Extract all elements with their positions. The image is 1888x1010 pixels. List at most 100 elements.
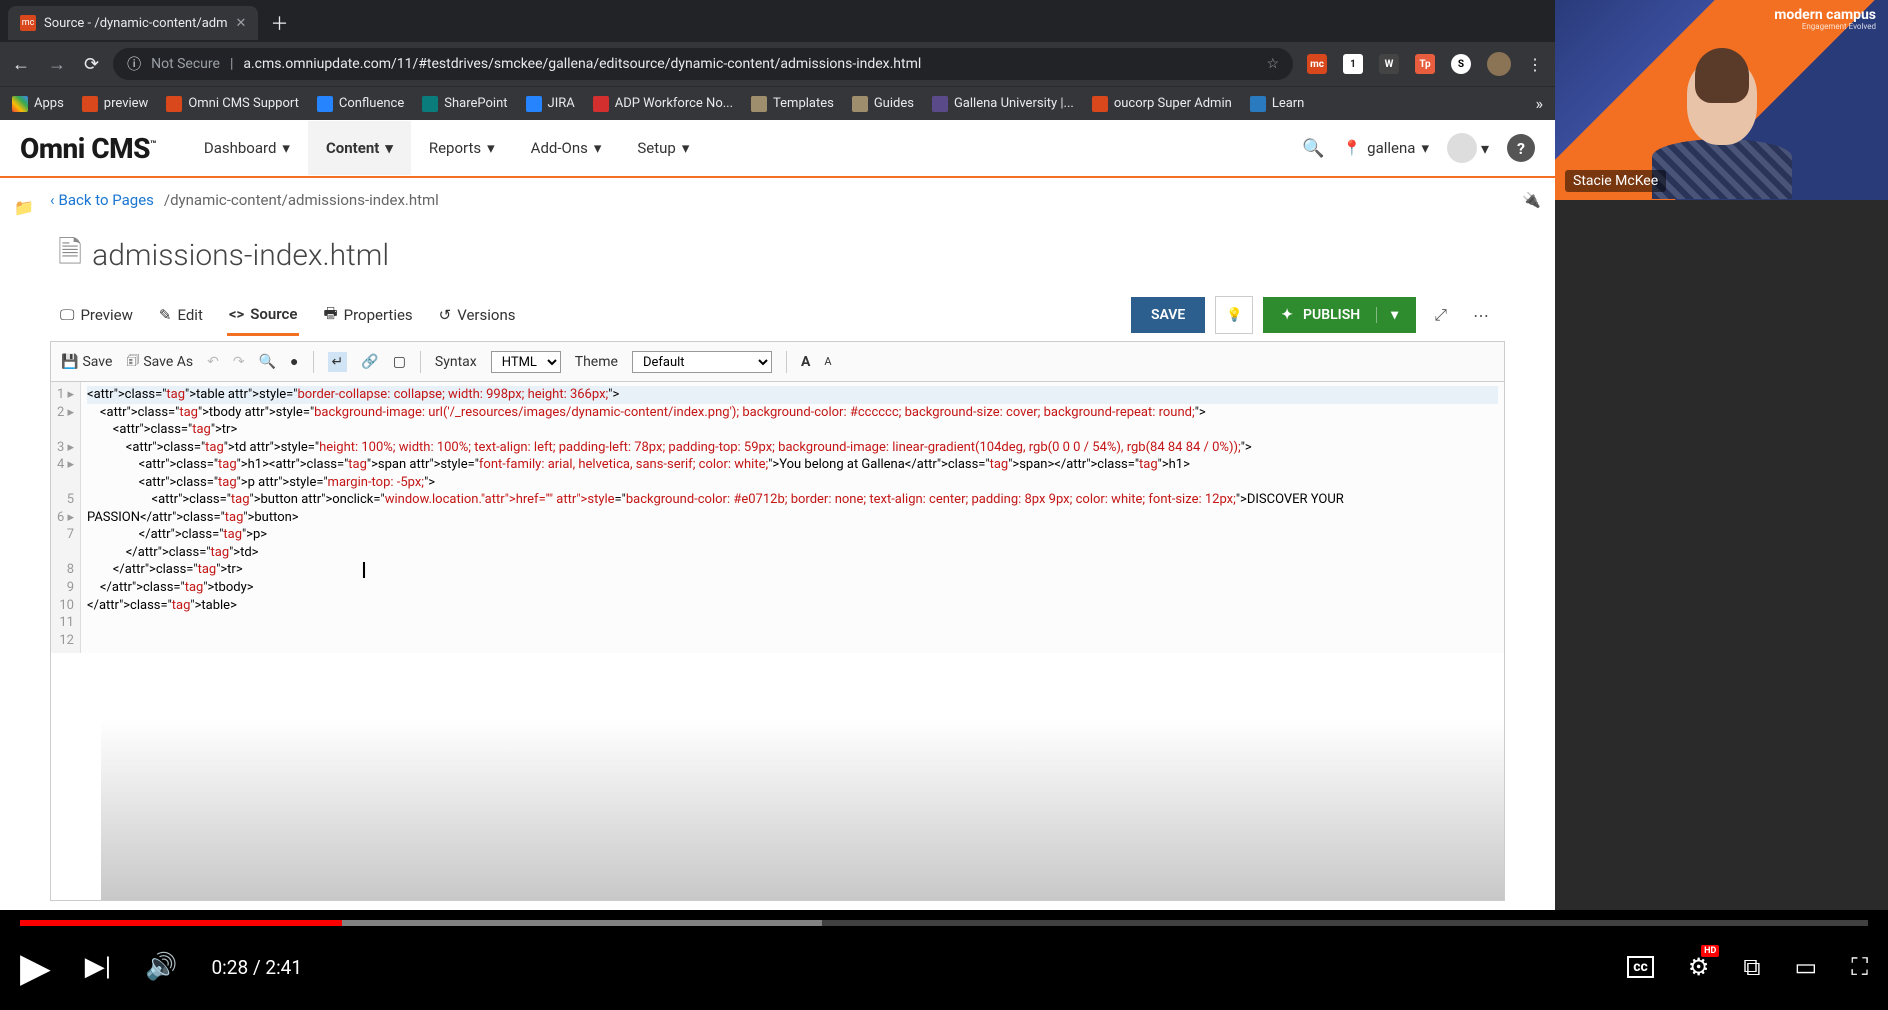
theater-button[interactable]: ▭ <box>1795 953 1818 981</box>
ext-icon-1[interactable]: mc <box>1307 54 1327 74</box>
presenter-image <box>1652 60 1792 200</box>
tab-properties[interactable]: 🖶Properties <box>321 293 414 338</box>
font-large-icon[interactable]: A <box>801 354 810 370</box>
search-icon[interactable]: 🔍 <box>259 354 276 370</box>
address-field[interactable]: ⓘ Not Secure | a.cms.omniupdate.com/11/#… <box>113 48 1293 80</box>
more-icon[interactable]: ⋯ <box>1465 298 1497 333</box>
bookmark-guides[interactable]: Guides <box>852 96 914 112</box>
ext-icon-2[interactable]: 1 <box>1343 54 1363 74</box>
url-text: a.cms.omniupdate.com/11/#testdrives/smck… <box>243 56 921 72</box>
fullscreen-button[interactable]: ⛶ <box>1851 953 1868 981</box>
theme-label: Theme <box>575 354 618 370</box>
box-icon[interactable]: ▢ <box>393 354 406 370</box>
nav-setup[interactable]: Setup▾ <box>619 121 707 175</box>
nav-addons[interactable]: Add-Ons▾ <box>513 121 620 175</box>
settings-button[interactable]: ⚙HD <box>1688 953 1710 981</box>
bookmark-preview[interactable]: preview <box>82 96 149 112</box>
save-button[interactable]: SAVE <box>1131 297 1205 333</box>
app-header: Omni CMS™ Dashboard▾ Content▾ Reports▾ A… <box>0 120 1555 178</box>
bookmark-gallena[interactable]: Gallena University |... <box>932 96 1074 112</box>
nav-reports[interactable]: Reports▾ <box>411 121 513 175</box>
briefcase-icon: 🖶 <box>323 303 337 328</box>
plug-icon[interactable]: 🔌 <box>1522 191 1541 209</box>
info-icon[interactable]: ⓘ <box>127 54 141 74</box>
code-body[interactable]: <attr">class="tag">table attr">style="bo… <box>81 382 1504 653</box>
site-selector[interactable]: 📍 gallena ▾ <box>1342 139 1429 157</box>
chevron-down-icon: ▾ <box>282 139 290 157</box>
close-tab-icon[interactable]: ✕ <box>236 16 247 31</box>
nav-dashboard[interactable]: Dashboard▾ <box>186 121 308 175</box>
chevron-down-icon: ▾ <box>385 139 393 157</box>
floppy-icon: 🗊 <box>126 350 139 374</box>
bookmarks-bar: Apps preview Omni CMS Support Confluence… <box>0 86 1555 120</box>
code-area[interactable]: 1 ▸2 ▸3 ▸4 ▸56 ▸789101112 <attr">class="… <box>51 382 1504 653</box>
toolbar-save-as[interactable]: 🗊Save As <box>126 350 193 374</box>
link-icon[interactable]: 🔗 <box>361 354 378 370</box>
time-display: 0:28 / 2:41 <box>211 956 302 979</box>
reload-button[interactable]: ⟳ <box>84 54 99 75</box>
tab-source[interactable]: <>Source <box>227 295 300 336</box>
browser-tab[interactable]: mc Source - /dynamic-content/adm ✕ <box>8 6 258 40</box>
bookmark-apps[interactable]: Apps <box>12 96 64 112</box>
bookmark-sharepoint[interactable]: SharePoint <box>422 96 507 112</box>
font-small-icon[interactable]: A <box>824 355 831 368</box>
bookmark-omnicms[interactable]: Omni CMS Support <box>166 96 299 112</box>
back-button[interactable]: ← <box>12 54 30 75</box>
syntax-select[interactable]: HTML <box>491 351 561 373</box>
theme-select[interactable]: Default <box>632 351 772 373</box>
user-menu[interactable]: ▾ <box>1447 133 1489 163</box>
play-button[interactable]: ▶ <box>20 944 51 991</box>
chevron-down-icon: ▾ <box>487 139 495 157</box>
chevron-down-icon[interactable]: ▾ <box>1376 307 1398 323</box>
ext-icon-5[interactable]: S <box>1451 54 1471 74</box>
ext-icon-3[interactable]: W <box>1379 54 1399 74</box>
tab-versions[interactable]: ↺Versions <box>437 296 518 334</box>
lightbulb-button[interactable]: 💡 <box>1215 296 1253 334</box>
ext-icon-4[interactable]: Tp <box>1415 54 1435 74</box>
expand-icon[interactable]: ⤢ <box>1426 297 1455 333</box>
folder-icon[interactable]: 📁 <box>14 198 34 217</box>
nav-content[interactable]: Content▾ <box>308 121 411 175</box>
new-tab-button[interactable]: ＋ <box>270 10 288 36</box>
progress-bar[interactable] <box>20 920 1868 926</box>
breadcrumb-path: /dynamic-content/admissions-index.html <box>164 191 439 209</box>
presenter-name: Stacie McKee <box>1565 170 1666 192</box>
profile-avatar[interactable] <box>1487 52 1511 76</box>
miniplayer-button[interactable]: ⧉ <box>1743 953 1760 981</box>
url-bar: ← → ⟳ ⓘ Not Secure | a.cms.omniupdate.co… <box>0 42 1555 86</box>
toolbar-save[interactable]: 💾Save <box>61 354 112 370</box>
code-icon: <> <box>229 305 244 323</box>
volume-button[interactable]: 🔊 <box>145 952 177 982</box>
wrap-icon[interactable]: ↵ <box>328 352 348 372</box>
chevron-down-icon: ▾ <box>594 139 602 157</box>
bookmark-confluence[interactable]: Confluence <box>317 96 404 112</box>
history-icon: ↺ <box>439 306 452 324</box>
search-icon[interactable]: 🔍 <box>1302 138 1324 159</box>
user-avatar-icon <box>1447 133 1477 163</box>
editor-toolbar: 💾Save 🗊Save As ↶ ↷ 🔍 ● ↵ 🔗 ▢ Syntax HTML… <box>51 342 1504 382</box>
bookmarks-overflow[interactable]: » <box>1536 94 1544 113</box>
chevron-down-icon: ▾ <box>1481 139 1489 158</box>
circle-icon[interactable]: ● <box>290 353 298 370</box>
publish-button[interactable]: ✦ PUBLISH ▾ <box>1263 297 1416 333</box>
tab-preview[interactable]: 🖵Preview <box>58 296 135 334</box>
undo-icon[interactable]: ↶ <box>207 354 219 370</box>
tab-edit[interactable]: ✎Edit <box>157 296 205 334</box>
help-icon[interactable]: ? <box>1507 134 1535 162</box>
captions-button[interactable]: cc <box>1627 956 1654 978</box>
bookmark-learn[interactable]: Learn <box>1250 96 1305 112</box>
syntax-label: Syntax <box>435 354 477 370</box>
tab-title: Source - /dynamic-content/adm <box>44 16 228 31</box>
star-icon[interactable]: ☆ <box>1266 56 1279 72</box>
back-to-pages-link[interactable]: ‹Back to Pages <box>50 191 154 209</box>
redo-icon[interactable]: ↷ <box>233 354 245 370</box>
pin-icon: 📍 <box>1342 139 1361 157</box>
forward-button[interactable]: → <box>48 54 66 75</box>
bookmark-jira[interactable]: JIRA <box>526 96 575 112</box>
bookmark-templates[interactable]: Templates <box>751 96 834 112</box>
app-logo[interactable]: Omni CMS™ <box>20 132 156 165</box>
bookmark-oucorp[interactable]: oucorp Super Admin <box>1092 96 1232 112</box>
kebab-menu-icon[interactable]: ⋮ <box>1527 55 1543 74</box>
bookmark-adp[interactable]: ADP Workforce No... <box>593 96 733 112</box>
next-button[interactable]: ▶| <box>85 952 111 982</box>
